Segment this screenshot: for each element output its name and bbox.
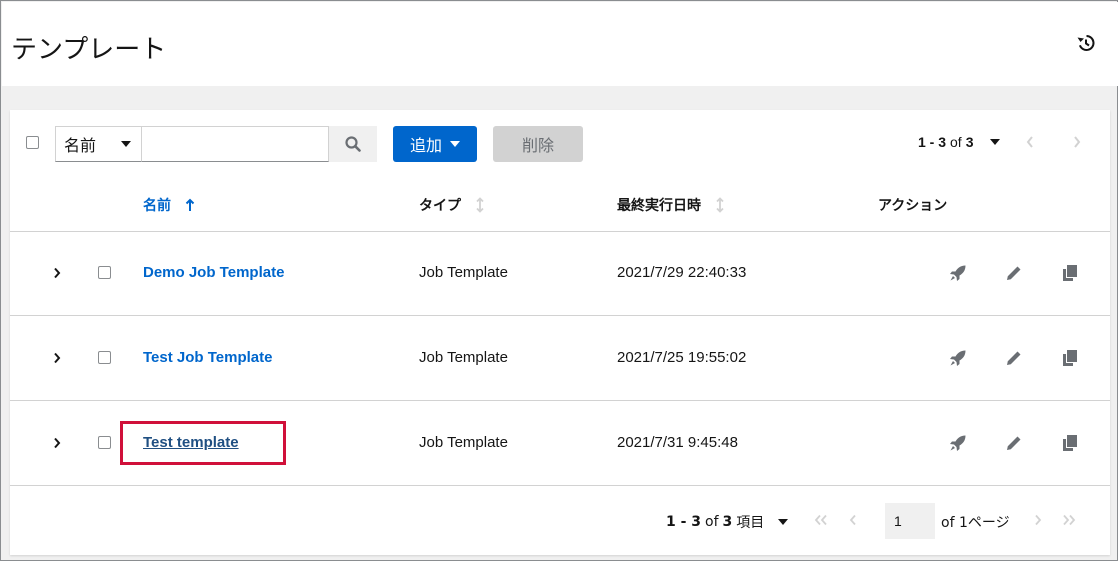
- search-input[interactable]: [142, 126, 329, 162]
- caret-down-icon: [989, 139, 1000, 145]
- copy-icon[interactable]: [1060, 263, 1080, 283]
- range-label: 1 - 3: [918, 134, 947, 150]
- template-name-link[interactable]: Test Job Template: [143, 349, 272, 366]
- expand-chevron-icon[interactable]: [50, 265, 64, 281]
- template-name-link[interactable]: Test template: [143, 434, 239, 451]
- bottom-range-total: 3: [722, 514, 733, 530]
- page-number-input[interactable]: [885, 503, 935, 539]
- filter-key-label: 名前: [64, 136, 97, 155]
- page-title: テンプレート: [11, 35, 167, 65]
- edit-pencil-icon[interactable]: [1004, 433, 1024, 453]
- range-total: 3: [965, 134, 974, 150]
- template-type: Job Template: [419, 264, 508, 281]
- caret-down-icon: [121, 141, 131, 147]
- launch-rocket-icon[interactable]: [948, 348, 968, 368]
- range-of: of: [950, 134, 962, 150]
- table-row: Test template Job Template 2021/7/31 9:4…: [10, 401, 1110, 486]
- of-pages-label: of 1ページ: [941, 515, 1010, 531]
- sort-icon: [716, 197, 724, 213]
- page-header: テンプレート: [2, 2, 1118, 86]
- bottom-pagination-toggle[interactable]: 1 - 3 of 3 項目: [666, 512, 789, 532]
- column-header-last-run[interactable]: 最終実行日時: [617, 195, 725, 215]
- next-page-icon[interactable]: [1069, 134, 1085, 150]
- top-pagination-toggle[interactable]: 1 - 3 of 3: [918, 134, 1000, 150]
- launch-rocket-icon[interactable]: [948, 433, 968, 453]
- template-type: Job Template: [419, 434, 508, 451]
- expand-chevron-icon[interactable]: [50, 435, 64, 451]
- table-row: Demo Job Template Job Template 2021/7/29…: [10, 231, 1110, 316]
- column-header-type-label: タイプ: [419, 198, 461, 214]
- caret-down-icon: [450, 141, 460, 147]
- first-page-icon[interactable]: [813, 512, 829, 528]
- column-header-last-run-label: 最終実行日時: [617, 198, 701, 214]
- last-page-icon[interactable]: [1061, 512, 1077, 528]
- app-frame: テンプレート 名前 追加 削除 1 - 3 of 3 名前 タイプ 最終実行日時…: [0, 0, 1118, 561]
- items-suffix: 項目: [736, 515, 765, 531]
- row-checkbox[interactable]: [98, 266, 111, 279]
- templates-card: 名前 追加 削除 1 - 3 of 3 名前 タイプ 最終実行日時 アクション …: [10, 110, 1110, 555]
- template-type: Job Template: [419, 349, 508, 366]
- edit-pencil-icon[interactable]: [1004, 263, 1024, 283]
- sort-icon: [476, 197, 484, 213]
- column-header-name-label: 名前: [143, 198, 171, 214]
- search-button[interactable]: [329, 126, 377, 162]
- bottom-range-of: of: [705, 514, 719, 530]
- caret-down-icon: [778, 519, 789, 525]
- prev-page-icon[interactable]: [1022, 134, 1038, 150]
- add-button[interactable]: 追加: [393, 126, 477, 162]
- edit-pencil-icon[interactable]: [1004, 348, 1024, 368]
- row-checkbox[interactable]: [98, 351, 111, 364]
- next-page-icon[interactable]: [1030, 512, 1046, 528]
- sort-ascending-icon: [185, 198, 195, 211]
- history-icon[interactable]: [1076, 33, 1096, 53]
- column-header-actions-label: アクション: [878, 198, 948, 214]
- launch-rocket-icon[interactable]: [948, 263, 968, 283]
- filter-key-select[interactable]: 名前: [55, 126, 142, 162]
- add-button-label: 追加: [409, 136, 442, 155]
- prev-page-icon[interactable]: [845, 512, 861, 528]
- search-icon: [345, 136, 361, 152]
- bottom-range: 1 - 3: [666, 514, 702, 530]
- column-header-actions: アクション: [878, 195, 947, 215]
- last-run-date: 2021/7/25 19:55:02: [617, 349, 747, 366]
- template-name-link[interactable]: Demo Job Template: [143, 264, 284, 281]
- expand-chevron-icon[interactable]: [50, 350, 64, 366]
- select-all-checkbox[interactable]: [26, 136, 39, 149]
- table-row: Test Job Template Job Template 2021/7/25…: [10, 316, 1110, 401]
- column-header-type[interactable]: タイプ: [419, 195, 485, 215]
- copy-icon[interactable]: [1060, 433, 1080, 453]
- row-checkbox[interactable]: [98, 436, 111, 449]
- column-header-name[interactable]: 名前: [143, 195, 195, 215]
- delete-button[interactable]: 削除: [493, 126, 583, 162]
- last-run-date: 2021/7/31 9:45:48: [617, 434, 738, 451]
- last-run-date: 2021/7/29 22:40:33: [617, 264, 747, 281]
- copy-icon[interactable]: [1060, 348, 1080, 368]
